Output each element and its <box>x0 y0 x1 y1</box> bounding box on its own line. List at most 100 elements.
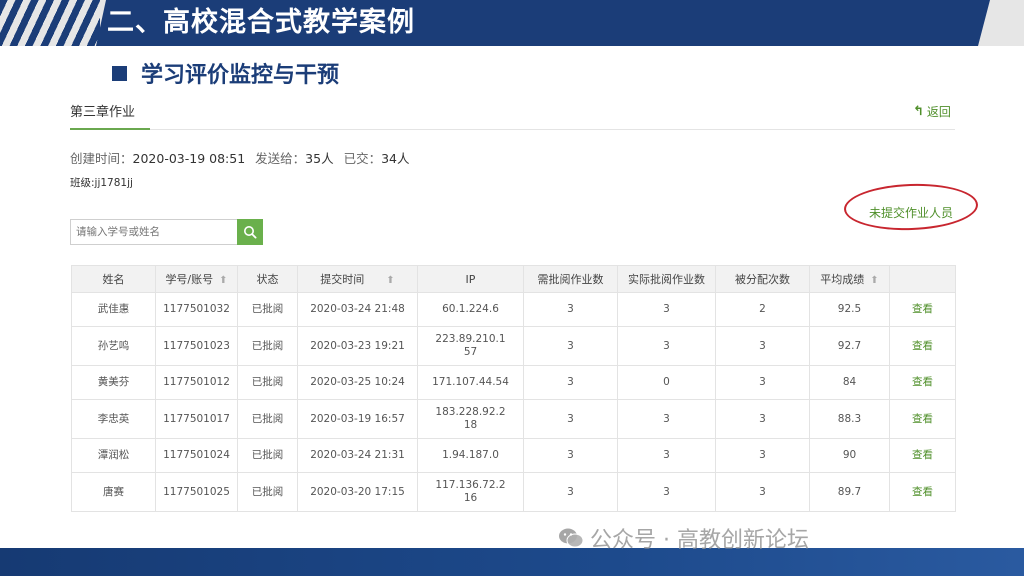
sort-arrow-icon: ⬆ <box>219 275 228 286</box>
table-row: 李忠英 1177501017 已批阅 2020-03-19 16:57 183.… <box>71 399 956 439</box>
homework-title: 第三章作业 <box>70 105 136 120</box>
table-row: 孙艺鸣 1177501023 已批阅 2020-03-23 19:21 223.… <box>71 326 956 366</box>
cell-actual-review: 3 <box>617 326 716 366</box>
cell-submit-time: 2020-03-25 10:24 <box>297 365 418 400</box>
cell-status: 已批阅 <box>237 365 298 400</box>
slide-subheading: 学习评价监控与干预 <box>112 58 339 88</box>
cell-assigned-count: 3 <box>715 326 810 366</box>
cell-actual-review: 3 <box>617 472 716 512</box>
cell-average-score: 88.3 <box>809 399 890 439</box>
cell-student-id: 1177501017 <box>155 399 238 439</box>
cell-action: 查看 <box>889 292 956 327</box>
cell-student-id: 1177501025 <box>155 472 238 512</box>
slide-title: 二、高校混合式教学案例 <box>107 7 415 38</box>
created-value: 2020-03-19 08:51 <box>132 151 246 166</box>
cell-average-score: 84 <box>809 365 890 400</box>
cell-student-id: 1177501032 <box>155 292 238 327</box>
search-icon <box>244 226 257 239</box>
cell-action: 查看 <box>889 438 956 473</box>
header-actions <box>889 265 956 293</box>
cell-actual-review: 3 <box>617 399 716 439</box>
header-stripes-decoration <box>0 0 100 46</box>
cell-actual-review: 0 <box>617 365 716 400</box>
search-input[interactable] <box>70 219 238 245</box>
subheading-text: 学习评价监控与干预 <box>141 63 340 88</box>
homework-screenshot-panel: 第三章作业 ↰ 返回 创建时间：2020-03-19 08:51 发送给：35人已… <box>20 92 1003 528</box>
sent-label: 发送给： <box>255 151 306 166</box>
sort-arrow-icon: ⬆ <box>386 275 395 286</box>
cell-status: 已批阅 <box>237 472 298 512</box>
cell-actual-review: 3 <box>617 292 716 327</box>
unsubmitted-members-link[interactable]: 未提交作业人员 <box>869 204 953 221</box>
cell-action: 查看 <box>889 326 956 366</box>
ip-value: 117.136.72.216 <box>435 479 506 504</box>
back-link[interactable]: ↰ 返回 <box>913 103 951 120</box>
cell-submit-time: 2020-03-20 17:15 <box>297 472 418 512</box>
header-ip: IP <box>417 265 524 293</box>
table-header-row: 姓名 学号/账号 ⬆ 状态 提交时间 ⬆ IP 需批阅作业数 实际批阅作业数 被分配… <box>71 265 956 293</box>
cell-actual-review: 3 <box>617 438 716 473</box>
cell-submit-time: 2020-03-19 16:57 <box>297 399 418 439</box>
return-arrow-icon: ↰ <box>913 104 924 119</box>
view-link[interactable]: 查看 <box>912 303 933 315</box>
view-link[interactable]: 查看 <box>912 486 933 498</box>
ip-value: 183.228.92.218 <box>435 406 506 431</box>
cell-action: 查看 <box>889 472 956 512</box>
sent-value: 35人 <box>305 151 334 166</box>
view-link[interactable]: 查看 <box>912 449 933 461</box>
cell-submit-time: 2020-03-24 21:31 <box>297 438 418 473</box>
cell-name: 唐赛 <box>71 472 156 512</box>
cell-need-review: 3 <box>523 438 618 473</box>
cell-name: 孙艺鸣 <box>71 326 156 366</box>
cell-assigned-count: 3 <box>715 399 810 439</box>
cell-submit-time: 2020-03-24 21:48 <box>297 292 418 327</box>
cell-need-review: 3 <box>523 292 618 327</box>
search-button[interactable] <box>237 219 263 245</box>
class-label: 班级:jj1781jj <box>70 177 133 189</box>
wechat-icon <box>559 528 584 548</box>
table-row: 潭润松 1177501024 已批阅 2020-03-24 21:31 1.94… <box>71 438 956 473</box>
cell-ip: 171.107.44.54 <box>417 365 524 400</box>
cell-name: 武佳惠 <box>71 292 156 327</box>
submitted-label: 已交： <box>343 151 382 166</box>
cell-status: 已批阅 <box>237 326 298 366</box>
cell-student-id: 1177501012 <box>155 365 238 400</box>
cell-average-score: 92.5 <box>809 292 890 327</box>
cell-assigned-count: 3 <box>715 365 810 400</box>
cell-need-review: 3 <box>523 472 618 512</box>
cell-name: 潭润松 <box>71 438 156 473</box>
cell-ip: 183.228.92.218 <box>417 399 524 439</box>
cell-assigned-count: 3 <box>715 438 810 473</box>
view-link[interactable]: 查看 <box>912 376 933 388</box>
view-link[interactable]: 查看 <box>912 413 933 425</box>
bullet-square-icon <box>112 65 127 81</box>
homework-table: 姓名 学号/账号 ⬆ 状态 提交时间 ⬆ IP 需批阅作业数 实际批阅作业数 被分配… <box>71 265 956 512</box>
cell-submit-time: 2020-03-23 19:21 <box>297 326 418 366</box>
cell-status: 已批阅 <box>237 438 298 473</box>
cell-ip: 223.89.210.157 <box>417 326 524 366</box>
title-divider <box>70 129 955 130</box>
cell-name: 李忠英 <box>71 399 156 439</box>
header-submit-time[interactable]: 提交时间 ⬆ <box>297 265 418 293</box>
cell-ip: 117.136.72.216 <box>417 472 524 512</box>
active-title-underline <box>70 128 150 130</box>
header-actual-review: 实际批阅作业数 <box>617 265 716 293</box>
cell-action: 查看 <box>889 365 956 400</box>
back-link-label: 返回 <box>926 105 951 119</box>
cell-student-id: 1177501024 <box>155 438 238 473</box>
ip-value: 223.89.210.157 <box>435 333 506 358</box>
header-student-id[interactable]: 学号/账号 ⬆ <box>155 265 238 293</box>
table-row: 唐赛 1177501025 已批阅 2020-03-20 17:15 117.1… <box>71 472 956 512</box>
header-average-score[interactable]: 平均成绩 ⬆ <box>809 265 890 293</box>
table-row: 黄美芬 1177501012 已批阅 2020-03-25 10:24 171.… <box>71 365 956 400</box>
header-status: 状态 <box>237 265 298 293</box>
cell-average-score: 89.7 <box>809 472 890 512</box>
cell-name: 黄美芬 <box>71 365 156 400</box>
cell-status: 已批阅 <box>237 399 298 439</box>
watermark-text: 公众号 · 高教创新论坛 <box>590 528 809 553</box>
cell-need-review: 3 <box>523 326 618 366</box>
view-link[interactable]: 查看 <box>912 340 933 352</box>
homework-meta: 创建时间：2020-03-19 08:51 发送给：35人 已交：34人 <box>70 148 410 167</box>
cell-assigned-count: 2 <box>715 292 810 327</box>
cell-assigned-count: 3 <box>715 472 810 512</box>
